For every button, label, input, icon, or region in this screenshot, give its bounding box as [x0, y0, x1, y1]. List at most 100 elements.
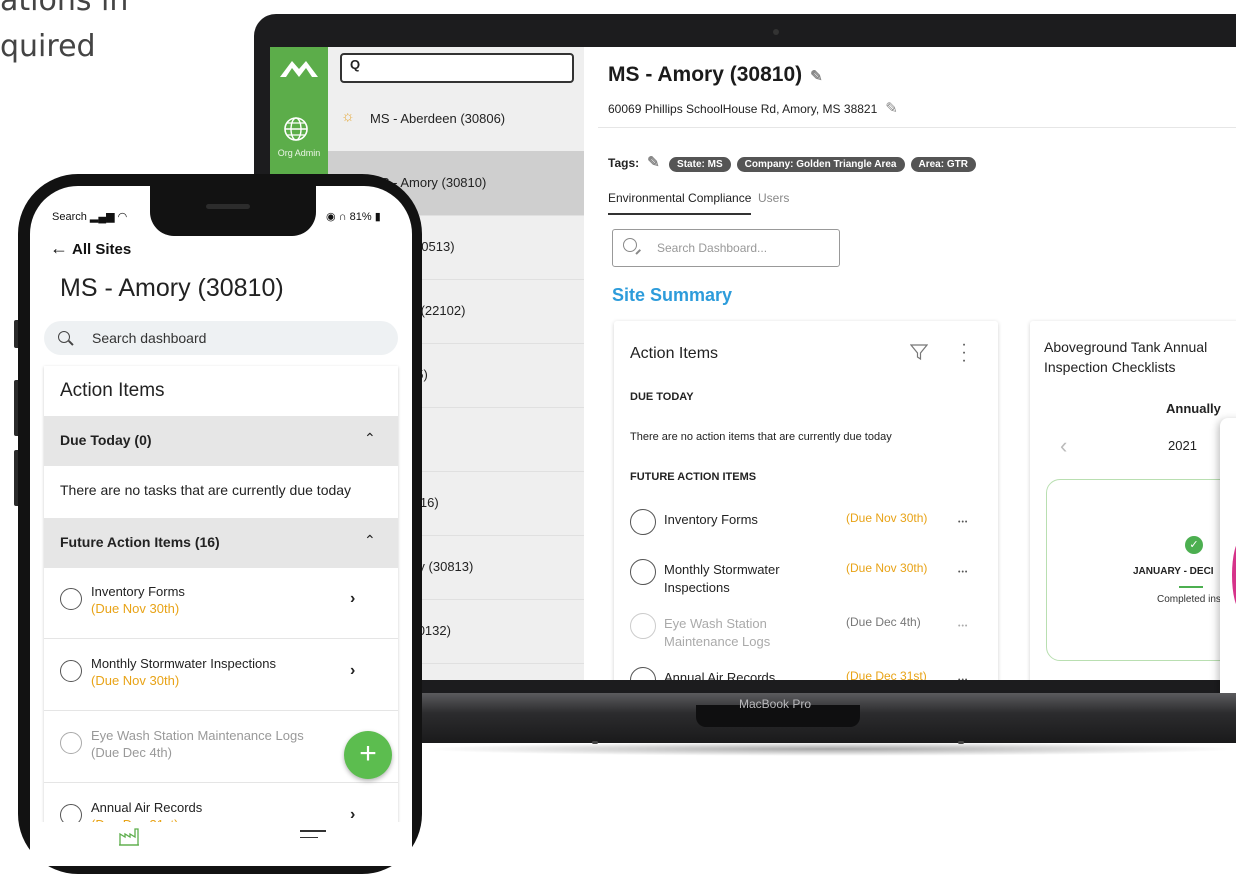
laptop-shadow — [420, 742, 1236, 756]
due-today-header: DUE TODAY — [630, 391, 694, 403]
due-date: (Due Nov 30th) — [846, 561, 928, 575]
due-date: (Due Nov 30th) — [846, 511, 928, 525]
due-date: (Due Nov 30th) — [91, 673, 180, 688]
complete-checkbox[interactable] — [630, 613, 656, 639]
phone-screen: Search ▂▄▆ ◠ ◉ ∩ 81% ▮ ← All Sites MS - A… — [30, 186, 412, 866]
mountain-logo-icon[interactable] — [278, 53, 320, 81]
add-button[interactable]: + — [344, 731, 392, 779]
complete-checkbox[interactable] — [630, 509, 656, 535]
tab-environmental-compliance[interactable]: Environmental Compliance — [608, 191, 752, 215]
section-label: Future Action Items (16) — [60, 534, 220, 550]
tank-title-line1: Aboveground Tank Annual — [1044, 339, 1208, 355]
dashboard-search-input[interactable]: Search Dashboard... — [612, 229, 840, 267]
sun-icon: ☼ — [341, 108, 355, 125]
back-arrow-icon: ← — [50, 238, 68, 258]
chevron-up-icon: ⌃ — [364, 430, 376, 446]
laptop-foot — [958, 741, 964, 744]
card-title: Action Items — [60, 380, 165, 401]
tags-row: Tags: ✎ State: MS Company: Golden Triangle… — [608, 153, 976, 172]
chevron-up-icon: ⌃ — [364, 532, 376, 548]
complete-checkbox[interactable] — [60, 588, 82, 610]
action-item-name: Annual Air Records — [664, 670, 776, 680]
tab-users[interactable]: Users — [758, 191, 789, 205]
chevron-right-icon: › — [350, 590, 356, 607]
status-bar-right: ◉ ∩ 81% ▮ — [326, 211, 381, 223]
pencil-icon[interactable]: ✎ — [885, 100, 898, 117]
section-title: Site Summary — [612, 285, 733, 305]
back-label: All Sites — [72, 241, 132, 258]
headline-line2: quired — [0, 29, 96, 64]
search-icon: Q — [350, 57, 361, 72]
bottom-nav — [30, 822, 412, 866]
pencil-icon[interactable]: ✎ — [810, 68, 823, 85]
site-list-item[interactable]: ☼ MS - Aberdeen (30806) — [328, 87, 584, 152]
future-items-header: FUTURE ACTION ITEMS — [630, 471, 757, 483]
complete-checkbox[interactable] — [60, 732, 82, 754]
no-tasks-text: There are no tasks that are currently du… — [60, 482, 352, 498]
due-date: (Due Dec 4th) — [91, 745, 172, 760]
globe-icon[interactable] — [282, 115, 310, 143]
due-date: (Due Nov 30th) — [91, 601, 180, 616]
org-admin-label: Org Admin — [277, 148, 321, 158]
filter-icon[interactable] — [910, 343, 928, 361]
card-title: Action Items — [630, 345, 719, 362]
action-item-row[interactable]: Inventory Forms (Due Nov 30th) › — [44, 568, 398, 639]
section-label: Due Today (0) — [60, 432, 152, 448]
site-title-text: MS - Amory (30810) — [608, 63, 803, 86]
back-button[interactable]: ← All Sites — [50, 238, 131, 259]
frequency-label: Annually — [1166, 401, 1221, 416]
inspection-period-tile[interactable]: ✓ JANUARY - DECI Completed inspe — [1046, 479, 1236, 661]
chevron-left-icon[interactable]: ‹ — [1060, 433, 1067, 459]
battery-percent: 81% — [349, 211, 372, 223]
divider — [598, 127, 1236, 128]
no-items-text: There are no action items that are curre… — [630, 431, 892, 443]
laptop-foot — [592, 741, 598, 744]
more-vert-icon[interactable]: · · · — [960, 337, 968, 369]
search-placeholder: Search Dashboard... — [657, 241, 768, 255]
action-item-name: Monthly Stormwater Inspections — [91, 656, 276, 671]
action-items-card: Action Items · · · DUE TODAY There are no … — [614, 321, 998, 680]
complete-checkbox[interactable] — [630, 559, 656, 585]
menu-icon[interactable] — [300, 830, 326, 843]
tag-badge[interactable]: Area: GTR — [910, 157, 976, 172]
action-item-name: Inventory Forms — [91, 584, 185, 599]
page-title: MS - Amory (30810) — [60, 274, 284, 302]
more-horiz-icon[interactable]: ••• — [958, 569, 968, 576]
due-date: (Due Dec 4th) — [846, 615, 921, 629]
action-item-name: Eye Wash Station Maintenance Logs — [91, 728, 304, 743]
divider — [1179, 586, 1203, 588]
action-items-card: Action Items Due Today (0) ⌃ There are n… — [44, 366, 398, 866]
phone-notch — [150, 186, 316, 236]
complete-checkbox[interactable] — [60, 660, 82, 682]
tag-badge[interactable]: Company: Golden Triangle Area — [736, 157, 905, 172]
action-item-row[interactable]: Monthly Stormwater Inspections (Due Nov 3… — [44, 640, 398, 711]
card-title: Aboveground Tank Annual Inspection Check… — [1044, 337, 1207, 377]
speaker — [206, 204, 250, 209]
more-horiz-icon[interactable]: ••• — [958, 677, 968, 680]
marketing-headline: ations in quired — [0, 0, 128, 70]
more-horiz-icon[interactable]: ••• — [958, 519, 968, 526]
search-input[interactable]: Search dashboard — [44, 321, 398, 355]
site-address-text: 60069 Phillips SchoolHouse Rd, Amory, MS… — [608, 102, 878, 116]
device-label: MacBook Pro — [738, 697, 812, 711]
due-today-section-header[interactable]: Due Today (0) ⌃ — [44, 416, 398, 466]
tag-badge[interactable]: State: MS — [669, 157, 731, 172]
site-search-input[interactable]: Q — [340, 53, 574, 83]
headline-line1: ations in — [0, 0, 129, 18]
tank-inspection-card: Aboveground Tank Annual Inspection Check… — [1030, 321, 1236, 680]
search-icon — [58, 331, 70, 343]
tank-title-line2: Inspection Checklists — [1044, 359, 1176, 375]
laptop-camera — [773, 29, 779, 35]
site-dashboard: MS - Amory (30810) ✎ 60069 Phillips Schoo… — [584, 47, 1236, 680]
period-label: JANUARY - DECI — [1133, 566, 1214, 577]
chevron-right-icon: › — [350, 662, 356, 679]
more-horiz-icon[interactable]: ••• — [958, 623, 968, 630]
future-items-section-header[interactable]: Future Action Items (16) ⌃ — [44, 518, 398, 568]
pencil-icon[interactable]: ✎ — [647, 154, 660, 171]
page-title: MS - Amory (30810) ✎ — [608, 63, 823, 87]
action-item-name: Eye Wash Station Maintenance Logs — [664, 616, 771, 649]
factory-icon[interactable] — [118, 828, 140, 846]
check-icon: ✓ — [1185, 536, 1203, 554]
search-icon — [623, 238, 637, 252]
complete-checkbox[interactable] — [630, 667, 656, 680]
